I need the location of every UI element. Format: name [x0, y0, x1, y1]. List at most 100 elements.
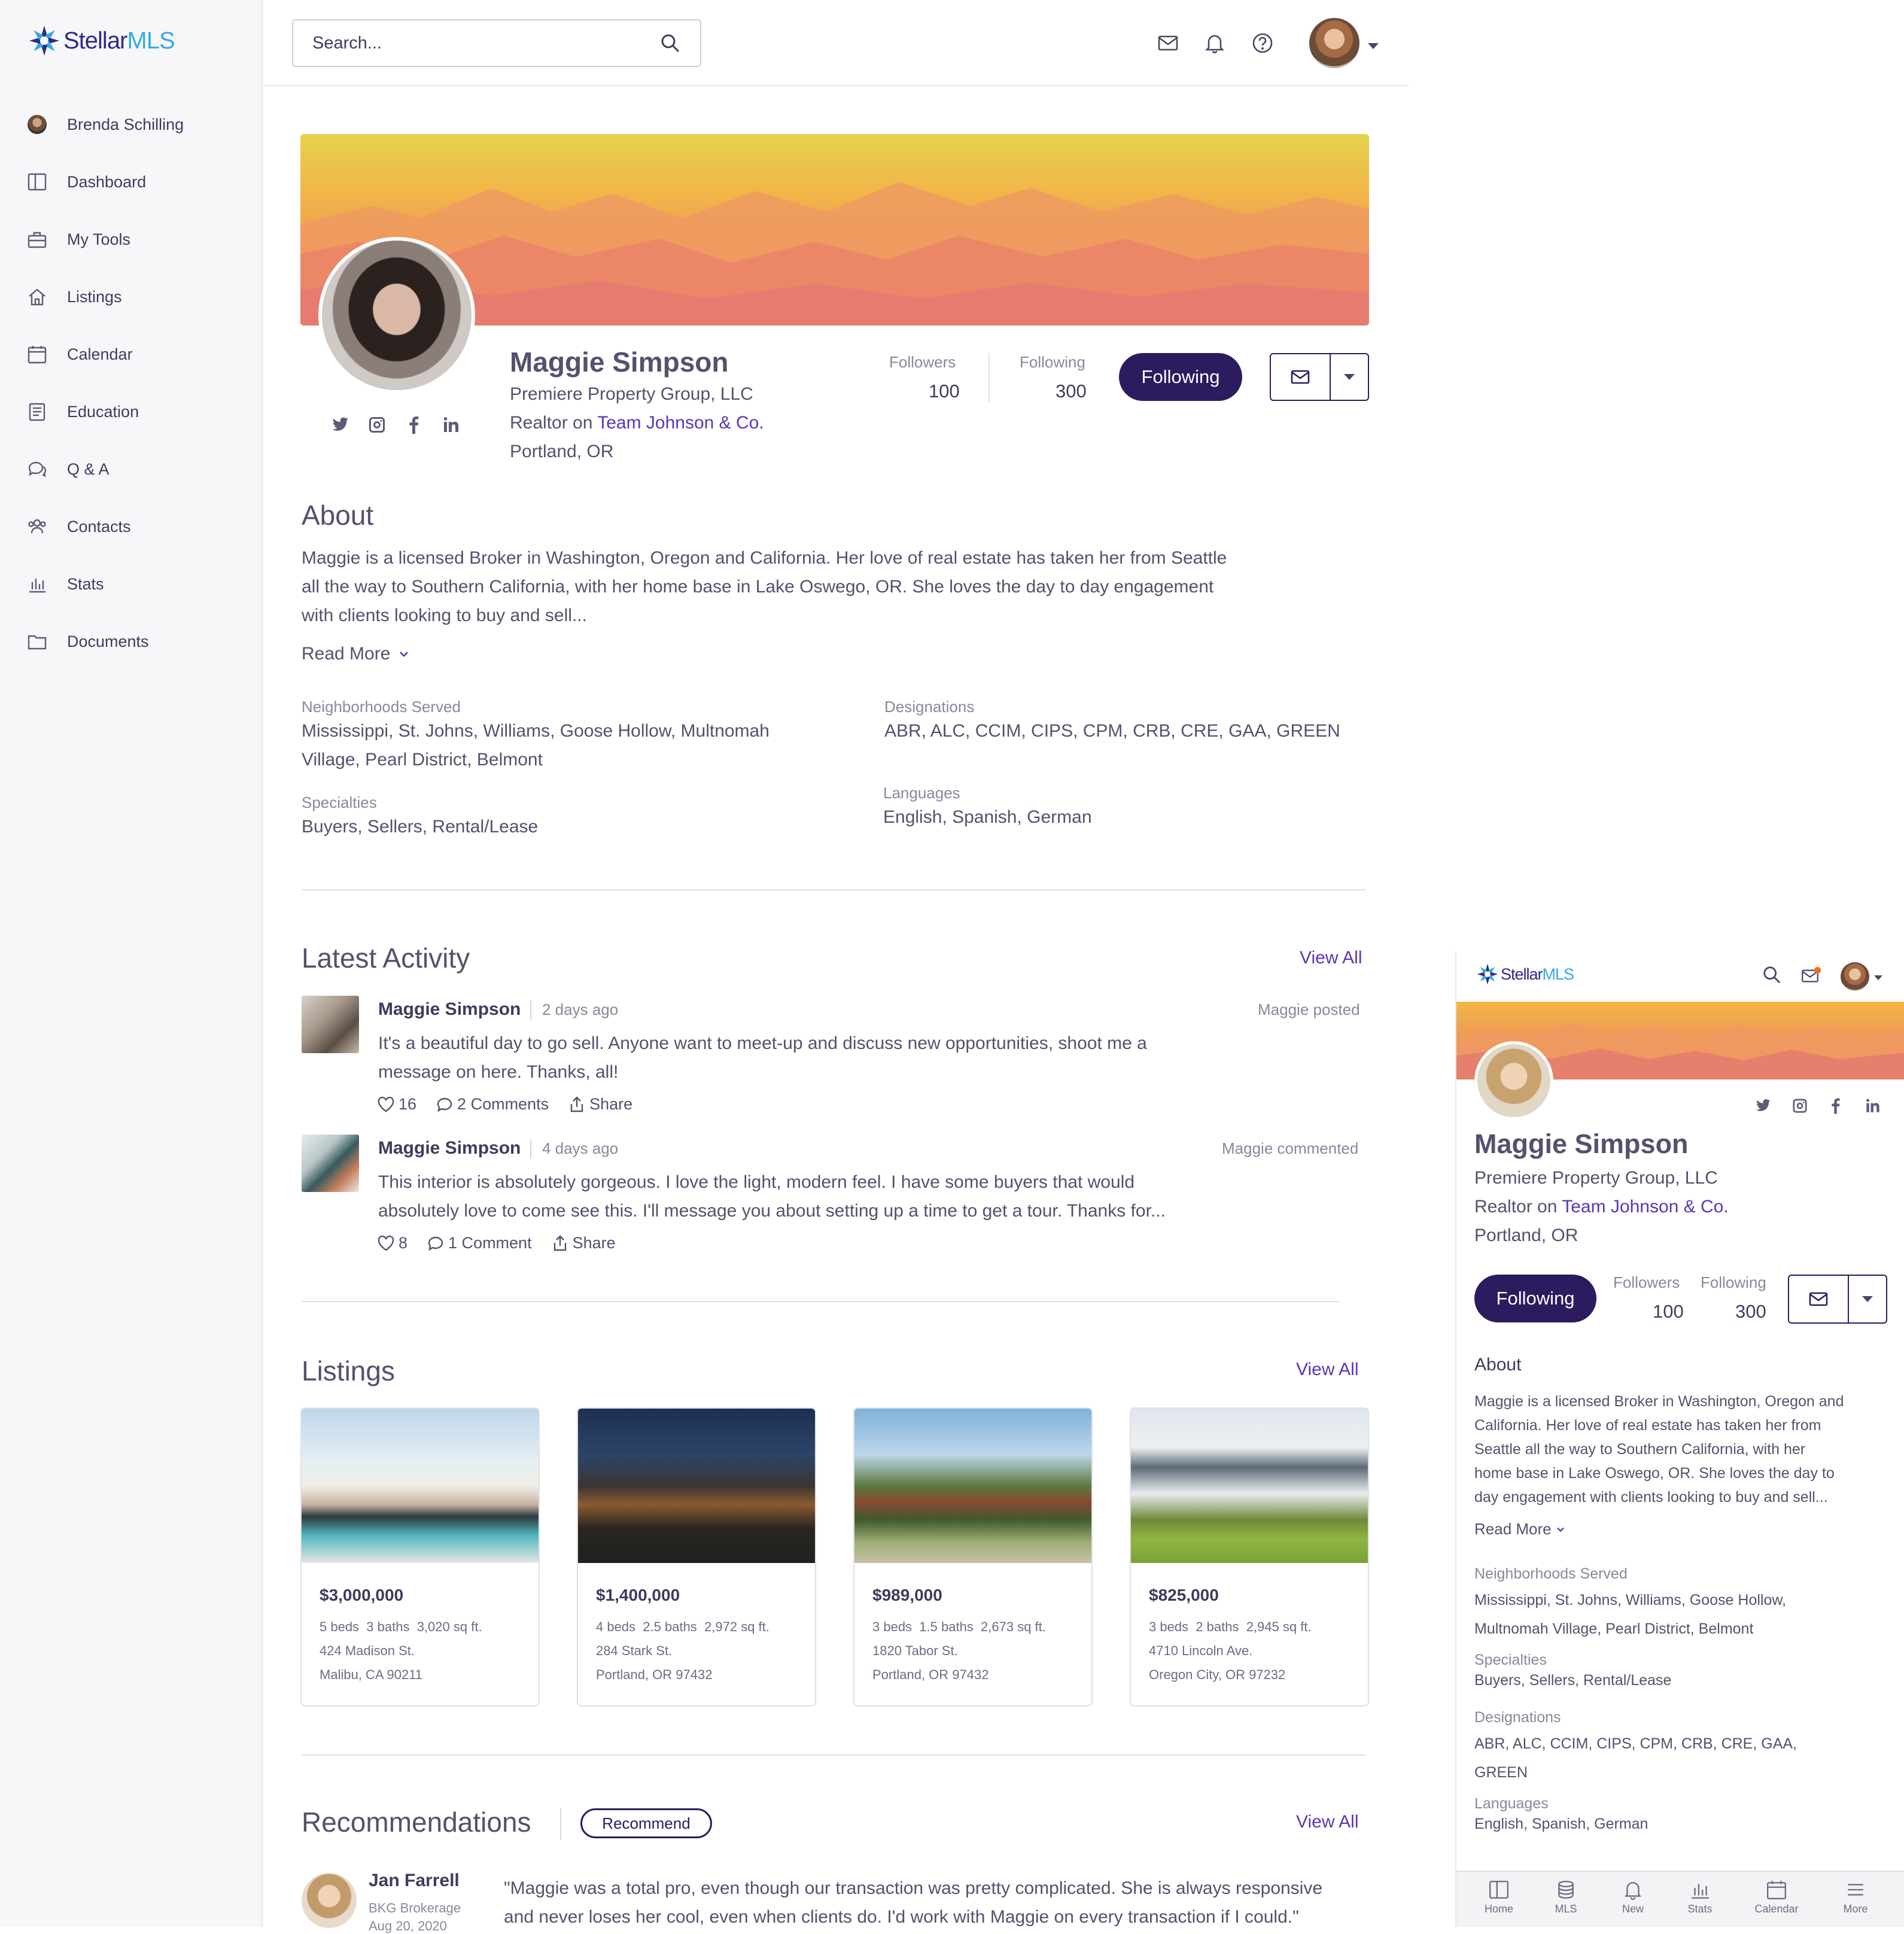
listing-details: 5 beds 3 baths 3,020 sq ft. — [320, 1619, 482, 1635]
comment-icon — [428, 1236, 443, 1251]
message-button[interactable] — [1789, 1276, 1849, 1322]
about-line: California. Her love of real estate has … — [1474, 1417, 1821, 1434]
following-count[interactable]: 300 — [1056, 381, 1087, 402]
more-options-dropdown[interactable] — [1331, 354, 1368, 400]
mail-icon[interactable] — [1800, 966, 1821, 986]
share-button[interactable]: Share — [568, 1095, 632, 1114]
help-icon[interactable] — [1251, 31, 1275, 55]
stellar-mls-logo[interactable]: StellarMLS — [1477, 963, 1574, 985]
recommend-button[interactable]: Recommend — [580, 1808, 712, 1838]
search-icon[interactable] — [659, 32, 681, 54]
tab-home[interactable]: Home — [1472, 1879, 1526, 1915]
activity-thumbnail[interactable] — [302, 996, 359, 1053]
mail-icon[interactable] — [1156, 31, 1180, 55]
dashboard-icon — [1489, 1881, 1508, 1899]
listings-view-all-link[interactable]: View All — [1296, 1360, 1359, 1380]
linkedin-icon[interactable] — [440, 414, 462, 436]
bell-icon[interactable] — [1203, 31, 1227, 55]
instagram-icon[interactable] — [1790, 1096, 1809, 1115]
activity-author[interactable]: Maggie Simpson — [378, 999, 521, 1020]
comments-button[interactable]: 1 Comment — [427, 1234, 532, 1252]
sidebar-item-listings[interactable]: Listings — [26, 268, 184, 326]
comments-button[interactable]: 2 Comments — [436, 1095, 549, 1114]
read-more-link[interactable]: Read More — [1474, 1520, 1567, 1538]
specialties-label: Specialties — [1474, 1652, 1547, 1668]
sidebar-item-stats[interactable]: Stats — [26, 555, 184, 613]
specialties-value: Buyers, Sellers, Rental/Lease — [1474, 1672, 1672, 1689]
recommendations-view-all-link[interactable]: View All — [1296, 1812, 1359, 1832]
sidebar-item-contacts[interactable]: Contacts — [26, 498, 184, 555]
activity-author[interactable]: Maggie Simpson — [378, 1138, 521, 1158]
tab-calendar[interactable]: Calendar — [1750, 1879, 1803, 1915]
profile-company-link[interactable]: Premiere Property Group, LLC — [510, 384, 753, 405]
neighborhoods-label: Neighborhoods Served — [302, 698, 461, 716]
like-button[interactable]: 8 — [377, 1234, 407, 1252]
chevron-down-icon[interactable] — [1874, 975, 1882, 980]
activity-text: This interior is absolutely gorgeous. I … — [378, 1168, 1166, 1226]
tab-mls[interactable]: MLS — [1539, 1879, 1593, 1915]
tab-more[interactable]: More — [1829, 1879, 1882, 1915]
team-link[interactable]: Team Johnson & Co. — [597, 413, 764, 433]
sidebar-item-my-tools[interactable]: My Tools — [26, 211, 184, 268]
message-button[interactable] — [1271, 354, 1331, 400]
followers-count[interactable]: 100 — [929, 381, 960, 402]
more-options-dropdown[interactable] — [1849, 1276, 1886, 1322]
search-input[interactable]: Search... — [292, 19, 701, 67]
recommendation-text: "Maggie was a total pro, even though our… — [504, 1874, 1322, 1932]
tab-label: More — [1843, 1903, 1868, 1915]
following-button[interactable]: Following — [1474, 1275, 1596, 1322]
profile-name: Maggie Simpson — [510, 346, 729, 378]
education-icon — [26, 401, 48, 422]
designations-line: GREEN — [1474, 1764, 1528, 1781]
chevron-down-icon[interactable] — [1368, 43, 1379, 49]
team-link[interactable]: Team Johnson & Co. — [1562, 1197, 1728, 1217]
following-count[interactable]: 300 — [1735, 1301, 1766, 1322]
listing-street: 424 Madison St. — [320, 1643, 415, 1658]
sidebar-item-dashboard[interactable]: Dashboard — [26, 153, 184, 211]
listing-card[interactable]: $3,000,000 5 beds 3 baths 3,020 sq ft. 4… — [300, 1407, 540, 1707]
stellar-mls-logo[interactable]: StellarMLS — [29, 25, 175, 56]
sidebar-item-qa[interactable]: Q & A — [26, 440, 184, 498]
listing-photo — [1131, 1409, 1368, 1563]
recommender-avatar[interactable] — [302, 1873, 357, 1928]
listing-city: Oregon City, OR 97232 — [1149, 1667, 1286, 1682]
profile-location: Portland, OR — [1474, 1226, 1578, 1245]
facebook-icon[interactable] — [403, 414, 425, 436]
tab-new[interactable]: New — [1606, 1879, 1660, 1915]
activity-view-all-link[interactable]: View All — [1300, 948, 1362, 968]
sidebar-item-documents[interactable]: Documents — [26, 613, 184, 670]
calendar-icon — [26, 343, 48, 365]
user-avatar[interactable] — [1309, 18, 1359, 68]
facebook-icon[interactable] — [1826, 1096, 1845, 1115]
search-icon[interactable] — [1762, 965, 1782, 985]
heart-icon — [378, 1235, 394, 1251]
like-button[interactable]: 16 — [377, 1095, 416, 1114]
calendar-icon — [1767, 1881, 1786, 1899]
logo-text-stellar: Stellar — [63, 27, 127, 54]
tab-label: Home — [1484, 1903, 1513, 1915]
sidebar-item-education[interactable]: Education — [26, 383, 184, 440]
share-button[interactable]: Share — [551, 1234, 616, 1252]
following-button[interactable]: Following — [1119, 353, 1242, 401]
listing-card[interactable]: $825,000 3 beds 2 baths 2,945 sq ft. 471… — [1130, 1407, 1369, 1707]
stats-icon — [26, 573, 48, 595]
read-more-link[interactable]: Read More — [302, 644, 412, 664]
linkedin-icon[interactable] — [1863, 1096, 1882, 1115]
user-avatar[interactable] — [1841, 962, 1869, 991]
recommender-name[interactable]: Jan Farrell — [369, 1871, 460, 1891]
listing-card[interactable]: $1,400,000 4 beds 2.5 baths 2,972 sq ft.… — [577, 1407, 816, 1707]
listing-card[interactable]: $989,000 3 beds 1.5 baths 2,673 sq ft. 1… — [853, 1407, 1093, 1707]
twitter-icon[interactable] — [329, 414, 351, 436]
tab-label: MLS — [1555, 1903, 1577, 1915]
profile-company-link[interactable]: Premiere Property Group, LLC — [1474, 1168, 1718, 1188]
twitter-icon[interactable] — [1753, 1096, 1772, 1115]
sidebar-item-label: Listings — [67, 287, 122, 306]
sidebar-item-label: Contacts — [67, 517, 131, 536]
activity-thumbnail[interactable] — [302, 1135, 359, 1192]
followers-count[interactable]: 100 — [1653, 1301, 1684, 1322]
sidebar-item-calendar[interactable]: Calendar — [26, 326, 184, 383]
sidebar-item-profile[interactable]: Brenda Schilling — [26, 96, 184, 153]
instagram-icon[interactable] — [366, 414, 388, 436]
tab-stats[interactable]: Stats — [1673, 1879, 1727, 1915]
message-button-group — [1788, 1275, 1887, 1324]
